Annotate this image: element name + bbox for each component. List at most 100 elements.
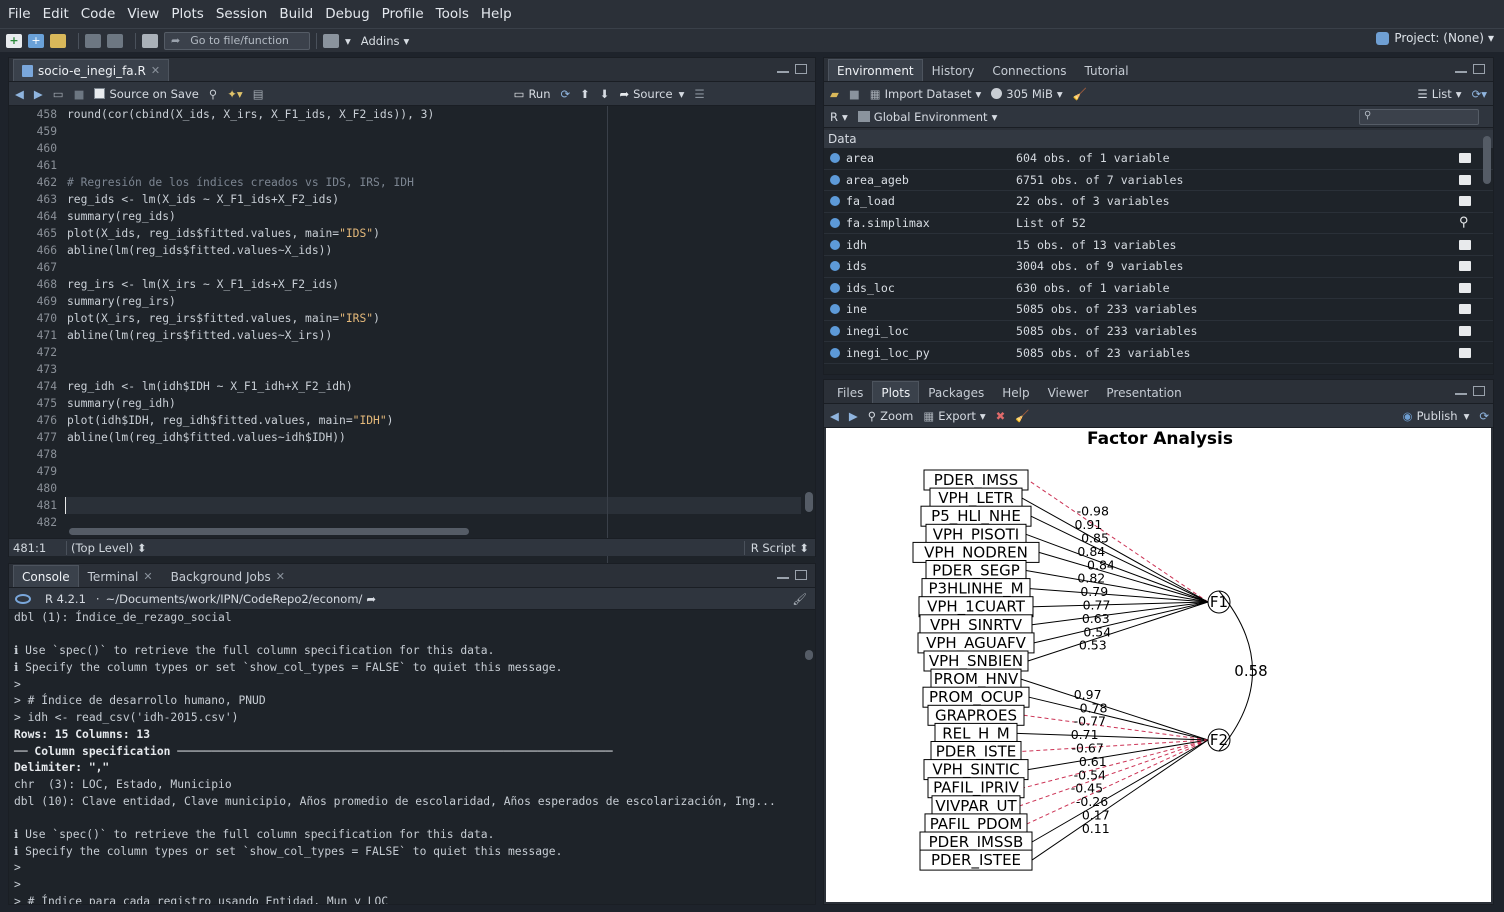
code-line[interactable] — [65, 259, 801, 276]
previous-plot-icon[interactable]: ◀ — [830, 409, 839, 423]
expand-icon[interactable] — [830, 239, 840, 250]
chevron-down-icon[interactable]: ▾ — [345, 34, 351, 48]
menu-file[interactable]: File — [2, 0, 37, 28]
menu-edit[interactable]: Edit — [37, 0, 75, 28]
code-line[interactable]: plot(X_ids, reg_ids$fitted.values, main=… — [65, 225, 801, 242]
print-icon[interactable] — [142, 33, 158, 48]
minimize-icon[interactable] — [1455, 392, 1467, 395]
tab-plots[interactable]: Plots — [872, 381, 920, 403]
source-button[interactable]: ➦ Source ▾ — [619, 87, 684, 101]
grid-icon[interactable] — [1459, 153, 1471, 164]
memory-usage-button[interactable]: 305 MiB ▾ — [991, 87, 1063, 101]
environment-row[interactable]: idh 15 obs. of 13 variables — [824, 234, 1493, 256]
tab-background-jobs[interactable]: Background Jobs ✕ — [162, 565, 294, 587]
go-to-file-input[interactable]: ➦ Go to file/function — [164, 31, 310, 50]
minimize-icon[interactable] — [777, 576, 789, 579]
clear-console-icon[interactable]: 🖌 — [792, 592, 807, 606]
expand-icon[interactable] — [830, 347, 840, 358]
publish-button[interactable]: ◉ Publish ▾ — [1403, 409, 1470, 423]
environment-row[interactable]: inegi_loc 5085 obs. of 233 variables — [824, 321, 1493, 343]
console-output[interactable]: dbl (1): Índice_de_rezago_social ℹ Use `s… — [9, 610, 815, 904]
grid-icon[interactable] — [1459, 261, 1471, 272]
code-line[interactable] — [65, 497, 801, 514]
code-line[interactable]: reg_ids <- lm(X_ids ~ X_F1_ids+X_F2_ids) — [65, 191, 801, 208]
expand-icon[interactable] — [830, 218, 840, 229]
refresh-icon[interactable]: ⟳ — [1479, 409, 1489, 423]
go-up-icon[interactable]: ⬆ — [580, 87, 590, 101]
code-line[interactable] — [65, 344, 801, 361]
open-folder-icon[interactable]: ▰ — [830, 87, 839, 101]
minimize-icon[interactable] — [777, 70, 789, 73]
expand-icon[interactable] — [830, 261, 840, 272]
environment-vertical-scrollbar[interactable] — [1483, 136, 1491, 184]
tab-history[interactable]: History — [923, 59, 984, 81]
code-line[interactable]: abline(lm(reg_ids$fitted.values~X_ids)) — [65, 242, 801, 259]
expand-icon[interactable] — [830, 174, 840, 185]
source-on-save-checkbox[interactable]: Source on Save — [94, 87, 199, 101]
view-mode-button[interactable]: ☰ List ▾ — [1417, 87, 1461, 101]
chevron-down-icon[interactable]: ▾ — [404, 34, 410, 48]
menu-build[interactable]: Build — [273, 0, 319, 28]
search-icon[interactable]: ⚲ — [1459, 216, 1471, 229]
magic-wand-icon[interactable]: ✦▾ — [227, 87, 242, 101]
compile-report-icon[interactable]: ▤ — [253, 87, 264, 101]
tab-terminal[interactable]: Terminal ✕ — [79, 565, 162, 587]
tab-connections[interactable]: Connections — [983, 59, 1075, 81]
go-to-directory-icon[interactable]: ➦ — [366, 592, 376, 606]
code-line[interactable]: round(cor(cbind(X_ids, X_irs, X_F1_ids, … — [65, 106, 801, 123]
code-line[interactable]: plot(X_irs, reg_irs$fitted.values, main=… — [65, 310, 801, 327]
save-all-icon[interactable] — [107, 33, 123, 48]
grid-icon[interactable] — [1459, 196, 1471, 207]
refresh-icon[interactable]: ⟳▾ — [1472, 87, 1487, 101]
menu-debug[interactable]: Debug — [319, 0, 375, 28]
tab-files[interactable]: Files — [828, 381, 872, 403]
menu-code[interactable]: Code — [75, 0, 122, 28]
code-line[interactable] — [65, 157, 801, 174]
code-editor[interactable]: 458 459 460 461 462 463 464 465 466 467 468 469 470 4… — [9, 106, 815, 596]
code-line[interactable]: abline(lm(reg_irs$fitted.values~X_irs)) — [65, 327, 801, 344]
maximize-icon[interactable] — [795, 570, 807, 580]
open-file-icon[interactable] — [50, 33, 66, 48]
broom-icon[interactable]: 🧹 — [1073, 87, 1087, 101]
file-type-selector[interactable]: R Script ⬍ — [743, 540, 815, 555]
save-icon[interactable]: ■ — [74, 87, 85, 101]
code-line[interactable]: summary(reg_ids) — [65, 208, 801, 225]
code-line[interactable] — [65, 123, 801, 140]
tab-viewer[interactable]: Viewer — [1039, 381, 1098, 403]
save-workspace-icon[interactable]: ■ — [849, 87, 860, 101]
grid-icon[interactable] — [1459, 326, 1471, 337]
environment-row[interactable]: fa.simplimax List of 52 ⚲ — [824, 213, 1493, 235]
editor-tab[interactable]: socio-e_inegi_fa.R ✕ — [13, 59, 170, 81]
menu-profile[interactable]: Profile — [376, 0, 430, 28]
code-line[interactable]: summary(reg_irs) — [65, 293, 801, 310]
console-vertical-scrollbar[interactable] — [805, 650, 813, 660]
minimize-icon[interactable] — [1455, 70, 1467, 73]
remove-plot-icon[interactable]: ✖ — [996, 409, 1006, 423]
code-line[interactable]: plot(idh$IDH, reg_idh$fitted.values, mai… — [65, 412, 801, 429]
expand-icon[interactable] — [830, 304, 840, 315]
menu-session[interactable]: Session — [210, 0, 274, 28]
new-file-icon[interactable]: + — [6, 33, 22, 48]
menu-view[interactable]: View — [121, 0, 165, 28]
code-line[interactable] — [65, 140, 801, 157]
close-icon[interactable]: ✕ — [276, 570, 285, 583]
tab-help[interactable]: Help — [993, 381, 1038, 403]
expand-icon[interactable] — [830, 282, 840, 293]
code-line[interactable] — [65, 480, 801, 497]
scope-selector[interactable]: Global Environment ▾ — [857, 110, 997, 124]
maximize-icon[interactable] — [1473, 64, 1485, 74]
tab-console[interactable]: Console — [13, 565, 79, 587]
code-lines[interactable]: round(cor(cbind(X_ids, X_irs, X_F1_ids, … — [65, 106, 801, 596]
grid-layout-icon[interactable] — [323, 33, 339, 48]
go-down-icon[interactable]: ⬇ — [600, 87, 610, 101]
expand-icon[interactable] — [830, 196, 840, 207]
close-icon[interactable]: ✕ — [151, 64, 160, 77]
outline-icon[interactable]: ☰ — [694, 87, 704, 101]
grid-icon[interactable] — [1459, 174, 1471, 185]
environment-row[interactable]: ids_loc 630 obs. of 1 variable — [824, 278, 1493, 300]
menu-help[interactable]: Help — [475, 0, 518, 28]
tab-environment[interactable]: Environment — [828, 59, 923, 81]
project-menu[interactable]: Project: (None) ▾ — [1376, 31, 1494, 45]
editor-horizontal-scrollbar[interactable] — [69, 528, 469, 535]
grid-icon[interactable] — [1459, 282, 1471, 293]
